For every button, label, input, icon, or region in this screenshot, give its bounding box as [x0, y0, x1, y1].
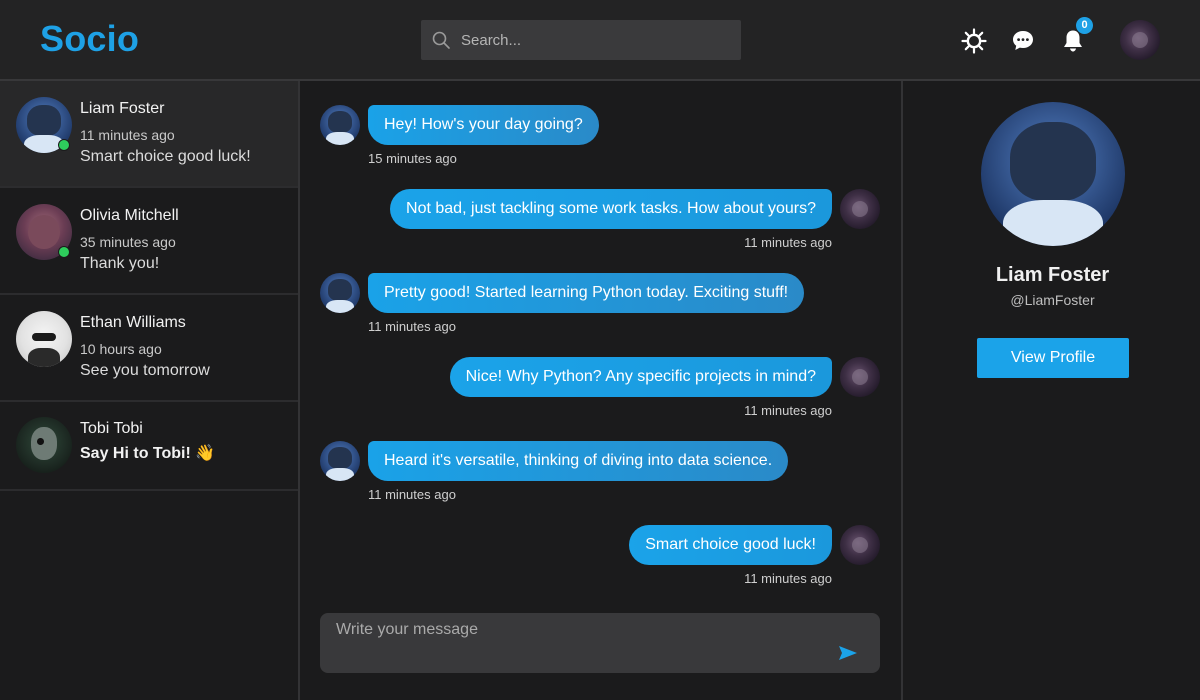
conversation-item[interactable]: Ethan Williams 10 hours ago See you tomo… — [0, 295, 298, 402]
online-indicator — [58, 246, 70, 258]
conversation-name: Liam Foster — [80, 100, 165, 117]
message-bubble-incoming: Heard it's versatile, thinking of diving… — [368, 441, 789, 481]
message-time: 11 minutes ago — [744, 571, 832, 586]
send-icon[interactable] — [838, 645, 858, 661]
view-profile-button[interactable]: View Profile — [977, 338, 1129, 378]
conversation-item[interactable]: Tobi Tobi Say Hi to Tobi! 👋 — [0, 401, 298, 491]
conversation-list: Liam Foster 11 minutes ago Smart choice … — [0, 81, 300, 700]
message-time: 11 minutes ago — [744, 403, 832, 418]
chat-area: Hey! How's your day going? 15 minutes ag… — [300, 81, 901, 700]
avatar — [16, 417, 72, 473]
conversation-time: 11 minutes ago — [80, 127, 175, 143]
app-logo[interactable]: Socio — [40, 18, 139, 60]
sender-avatar — [840, 525, 880, 565]
conversation-preview: Smart choice good luck! — [80, 148, 251, 165]
message-bubble-outgoing: Not bad, just tackling some work tasks. … — [390, 189, 832, 229]
sender-avatar — [320, 441, 360, 481]
message-composer — [320, 613, 880, 673]
conversation-name: Tobi Tobi — [80, 420, 143, 437]
avatar — [16, 311, 72, 367]
message-time: 11 minutes ago — [744, 235, 832, 250]
sender-avatar — [320, 273, 360, 313]
top-header: Socio 0 — [0, 0, 1200, 81]
sender-avatar — [840, 189, 880, 229]
message-bubble-incoming: Hey! How's your day going? — [368, 105, 599, 145]
message-time: 11 minutes ago — [368, 319, 456, 334]
profile-panel: Liam Foster @LiamFoster View Profile — [901, 81, 1200, 700]
conversation-item[interactable]: Olivia Mitchell 35 minutes ago Thank you… — [0, 188, 298, 295]
conversation-name: Olivia Mitchell — [80, 207, 179, 224]
search-input[interactable] — [461, 20, 731, 60]
profile-handle: @LiamFoster — [1010, 292, 1095, 308]
conversation-preview: See you tomorrow — [80, 362, 210, 379]
message-bubble-outgoing: Smart choice good luck! — [629, 525, 832, 565]
sender-avatar — [840, 357, 880, 397]
user-avatar[interactable] — [1120, 20, 1160, 60]
conversation-time: 10 hours ago — [80, 341, 162, 357]
message-time: 11 minutes ago — [368, 487, 456, 502]
conversation-time: 35 minutes ago — [80, 234, 176, 250]
message-bubble-incoming: Pretty good! Started learning Python tod… — [368, 273, 805, 313]
search-bar[interactable] — [421, 20, 741, 60]
notification-badge: 0 — [1076, 17, 1093, 34]
conversation-preview: Say Hi to Tobi! 👋 — [80, 445, 216, 462]
conversation-item[interactable]: Liam Foster 11 minutes ago Smart choice … — [0, 81, 298, 188]
search-icon — [432, 31, 450, 49]
message-input[interactable] — [336, 621, 836, 665]
theme-toggle-icon[interactable] — [961, 28, 987, 54]
online-indicator — [58, 139, 70, 151]
sender-avatar — [320, 105, 360, 145]
profile-name: Liam Foster — [995, 264, 1110, 286]
message-bubble-outgoing: Nice! Why Python? Any specific projects … — [449, 357, 832, 397]
message-time: 15 minutes ago — [368, 151, 457, 166]
messages-icon[interactable] — [1010, 28, 1036, 54]
conversation-preview: Thank you! — [80, 255, 160, 272]
conversation-name: Ethan Williams — [80, 314, 186, 331]
profile-avatar — [981, 102, 1125, 246]
